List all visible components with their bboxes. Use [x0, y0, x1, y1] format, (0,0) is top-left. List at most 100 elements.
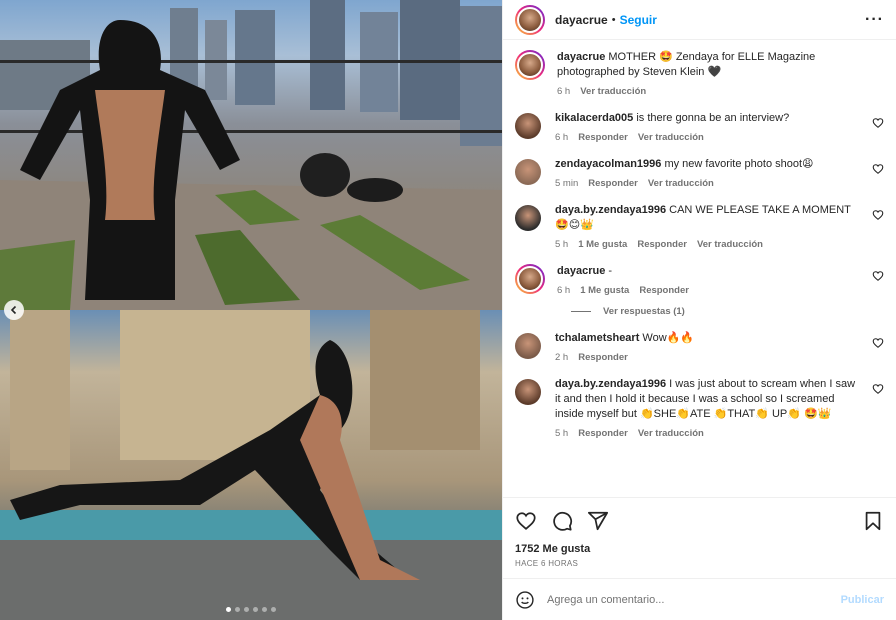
- reply-button[interactable]: Responder: [578, 132, 628, 143]
- comment-username[interactable]: tchalametsheart: [555, 332, 639, 344]
- comment-like-heart-icon[interactable]: [872, 270, 884, 282]
- post-media[interactable]: [0, 0, 502, 620]
- comment-body: dayacrue - 6 h 1 Me gusta Responder: [557, 264, 884, 296]
- carousel-dot: [244, 607, 249, 612]
- post-header: dayacrue • Seguir ···: [503, 0, 896, 40]
- comment-text: daya.by.zendaya1996 I was just about to …: [555, 377, 862, 422]
- comment-username[interactable]: dayacrue: [557, 51, 605, 63]
- post-button[interactable]: Publicar: [841, 594, 884, 606]
- replies-line: [571, 311, 591, 312]
- comment-meta: 6 h Responder Ver traducción: [555, 132, 862, 143]
- reply-button[interactable]: Responder: [639, 285, 689, 296]
- comment-body: zendayacolman1996 my new favorite photo …: [555, 157, 884, 189]
- comment-text: tchalametsheart Wow🔥🔥: [555, 331, 862, 346]
- avatar[interactable]: [515, 50, 545, 80]
- save-icon[interactable]: [862, 510, 884, 532]
- avatar[interactable]: [515, 205, 541, 231]
- comment-like-heart-icon[interactable]: [872, 337, 884, 349]
- reply-button[interactable]: Responder: [578, 352, 628, 363]
- comment-like-heart-icon[interactable]: [872, 209, 884, 221]
- comment-body: dayacrue MOTHER 🤩 Zendaya for ELLE Magaz…: [557, 50, 884, 97]
- comment-meta: 6 h Ver traducción: [557, 86, 862, 97]
- separator: •: [611, 13, 616, 26]
- carousel-prev-button[interactable]: [4, 300, 24, 320]
- comment-meta: 5 h 1 Me gusta Responder Ver traducción: [555, 239, 862, 250]
- comment-time: 5 h: [555, 428, 569, 439]
- more-options-button[interactable]: ···: [865, 11, 884, 29]
- comment-text: dayacrue -: [557, 264, 862, 279]
- post-timestamp: HACE 6 HORAS: [515, 559, 579, 568]
- comment-text: dayacrue MOTHER 🤩 Zendaya for ELLE Magaz…: [557, 50, 862, 80]
- translate-button[interactable]: Ver traducción: [638, 428, 704, 439]
- emoji-icon[interactable]: [515, 590, 535, 610]
- carousel-dot: [262, 607, 267, 612]
- like-count[interactable]: 1752 Me gusta: [503, 543, 896, 555]
- comment-item: zendayacolman1996 my new favorite photo …: [515, 157, 884, 189]
- comment-meta: 6 h 1 Me gusta Responder: [557, 285, 862, 296]
- comment-time: 5 min: [555, 178, 579, 189]
- comment-username[interactable]: daya.by.zendaya1996: [555, 204, 666, 216]
- avatar[interactable]: [515, 333, 541, 359]
- carousel-dot: [235, 607, 240, 612]
- comment-like-heart-icon[interactable]: [872, 383, 884, 395]
- follow-button[interactable]: Seguir: [620, 13, 657, 27]
- comment-item: daya.by.zendaya1996 I was just about to …: [515, 377, 884, 439]
- comment-text: zendayacolman1996 my new favorite photo …: [555, 157, 862, 172]
- comment-likes[interactable]: 1 Me gusta: [580, 285, 629, 296]
- post-author[interactable]: dayacrue: [555, 13, 608, 27]
- avatar[interactable]: [515, 4, 545, 35]
- share-icon[interactable]: [587, 510, 609, 532]
- comment-time: 2 h: [555, 352, 569, 363]
- comment-body: kikalacerda005 is there gonna be an inte…: [555, 111, 884, 143]
- comment-item: daya.by.zendaya1996 CAN WE PLEASE TAKE A…: [515, 203, 884, 250]
- comment-time: 6 h: [555, 132, 569, 143]
- comment-item: tchalametsheart Wow🔥🔥 2 h Responder: [515, 331, 884, 363]
- comment-time: 5 h: [555, 239, 569, 250]
- reply-button[interactable]: Responder: [637, 239, 687, 250]
- comment-time: 6 h: [557, 285, 571, 296]
- carousel-dots: [0, 607, 502, 612]
- add-comment-bar: Publicar: [503, 578, 896, 620]
- reply-button[interactable]: Responder: [578, 428, 628, 439]
- avatar[interactable]: [515, 264, 545, 294]
- view-replies-label: Ver respuestas (1): [603, 306, 685, 317]
- comment-username[interactable]: daya.by.zendaya1996: [555, 378, 666, 390]
- carousel-dot: [226, 607, 231, 612]
- photo-pool: [0, 310, 502, 620]
- comment-username[interactable]: zendayacolman1996: [555, 158, 661, 170]
- comment-username[interactable]: dayacrue: [557, 265, 605, 277]
- comment-meta: 2 h Responder: [555, 352, 862, 363]
- comment-content: -: [605, 265, 613, 277]
- translate-button[interactable]: Ver traducción: [648, 178, 714, 189]
- avatar[interactable]: [515, 159, 541, 185]
- photo-rooftop-art: [0, 0, 502, 310]
- comment-body: tchalametsheart Wow🔥🔥 2 h Responder: [555, 331, 884, 363]
- heart-icon[interactable]: [515, 510, 537, 532]
- comment-like-heart-icon[interactable]: [872, 117, 884, 129]
- comment-body: daya.by.zendaya1996 I was just about to …: [555, 377, 884, 439]
- comment-time: 6 h: [557, 86, 571, 97]
- comment-item: kikalacerda005 is there gonna be an inte…: [515, 111, 884, 143]
- comment-content: Wow🔥🔥: [639, 332, 695, 344]
- comment-list: dayacrue MOTHER 🤩 Zendaya for ELLE Magaz…: [503, 40, 896, 497]
- comment-icon[interactable]: [551, 510, 573, 532]
- chevron-left-icon: [10, 305, 17, 315]
- photo-rooftop: [0, 0, 502, 310]
- post-caption: dayacrue MOTHER 🤩 Zendaya for ELLE Magaz…: [515, 50, 884, 97]
- translate-button[interactable]: Ver traducción: [580, 86, 646, 97]
- comment-like-heart-icon[interactable]: [872, 163, 884, 175]
- avatar[interactable]: [515, 113, 541, 139]
- post-sidebar: dayacrue • Seguir ··· dayacrue MOTHER 🤩 …: [502, 0, 896, 620]
- comment-text: daya.by.zendaya1996 CAN WE PLEASE TAKE A…: [555, 203, 862, 233]
- comment-input[interactable]: [547, 593, 841, 606]
- photo-pool-art: [0, 310, 502, 620]
- comment-meta: 5 min Responder Ver traducción: [555, 178, 862, 189]
- comment-username[interactable]: kikalacerda005: [555, 112, 633, 124]
- view-replies-button[interactable]: Ver respuestas (1): [571, 306, 884, 317]
- translate-button[interactable]: Ver traducción: [697, 239, 763, 250]
- comment-likes[interactable]: 1 Me gusta: [578, 239, 627, 250]
- comment-text: kikalacerda005 is there gonna be an inte…: [555, 111, 862, 126]
- reply-button[interactable]: Responder: [588, 178, 638, 189]
- translate-button[interactable]: Ver traducción: [638, 132, 704, 143]
- avatar[interactable]: [515, 379, 541, 405]
